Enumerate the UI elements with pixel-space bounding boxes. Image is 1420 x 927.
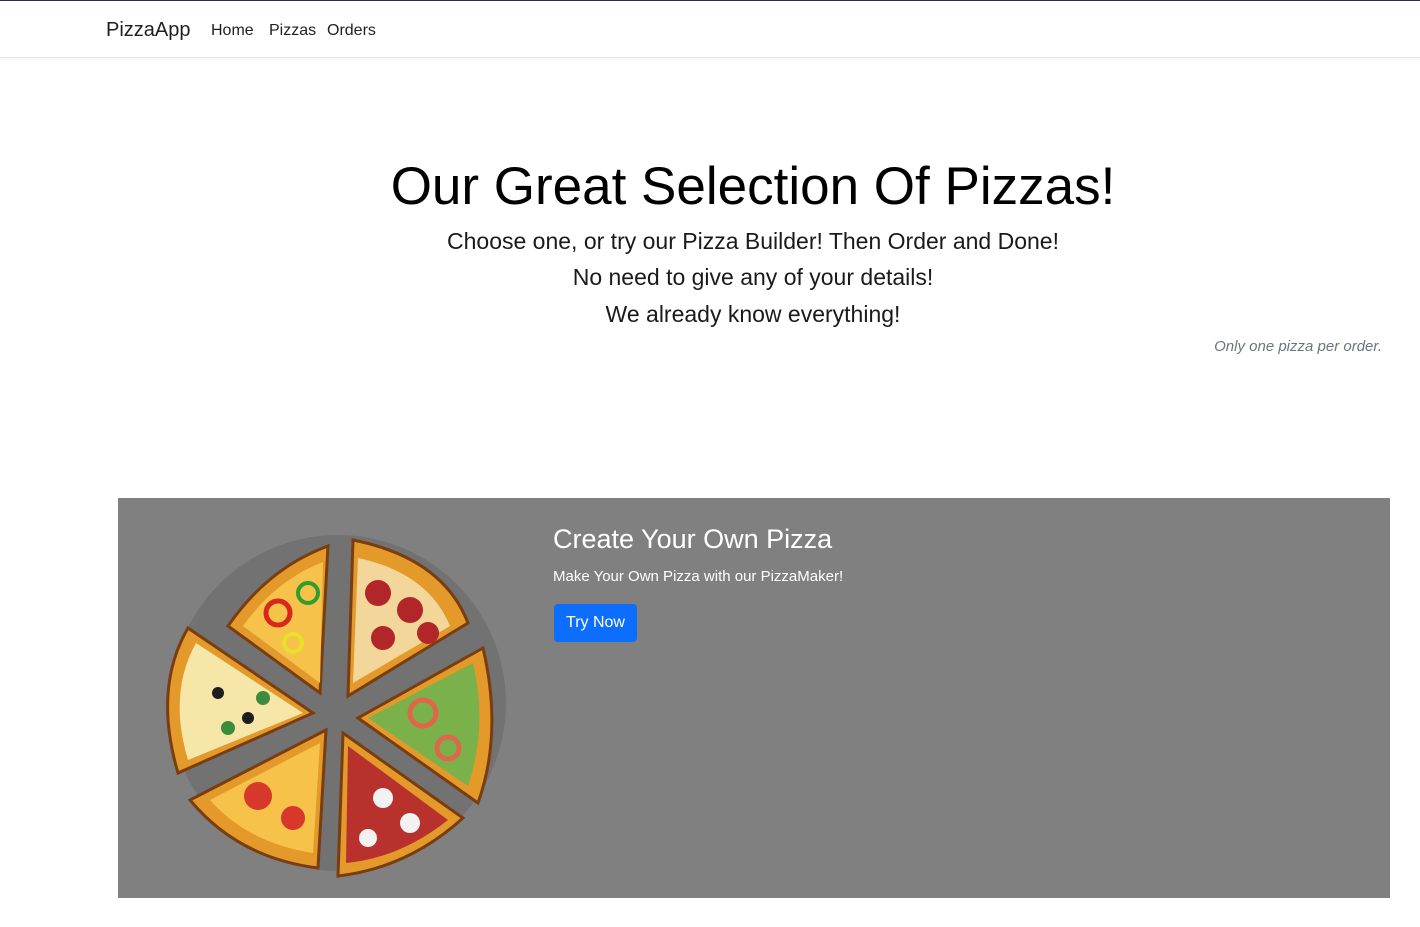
- promo-title: Create Your Own Pizza: [553, 524, 833, 554]
- nav-link-pizzas[interactable]: Pizzas: [269, 22, 316, 40]
- create-pizza-card: Create Your Own Pizza Make Your Own Pizz…: [118, 498, 1390, 898]
- navbar: PizzaApp Home Pizzas Orders: [0, 1, 1420, 58]
- order-limit-note: Only one pizza per order.: [1214, 338, 1382, 355]
- hero-line-3: We already know everything!: [605, 301, 901, 327]
- nav-link-home[interactable]: Home: [211, 22, 254, 40]
- page-title: Our Great Selection Of Pizzas!: [390, 157, 1116, 216]
- pizza-image: [166, 535, 506, 878]
- nav-link-orders[interactable]: Orders: [327, 22, 376, 40]
- hero-line-1: Choose one, or try our Pizza Builder! Th…: [447, 228, 1059, 254]
- promo-description: Make Your Own Pizza with our PizzaMaker!: [553, 568, 844, 585]
- hero-line-2: No need to give any of your details!: [572, 264, 934, 290]
- try-now-button[interactable]: Try Now: [554, 604, 637, 642]
- brand-link[interactable]: PizzaApp: [106, 19, 191, 42]
